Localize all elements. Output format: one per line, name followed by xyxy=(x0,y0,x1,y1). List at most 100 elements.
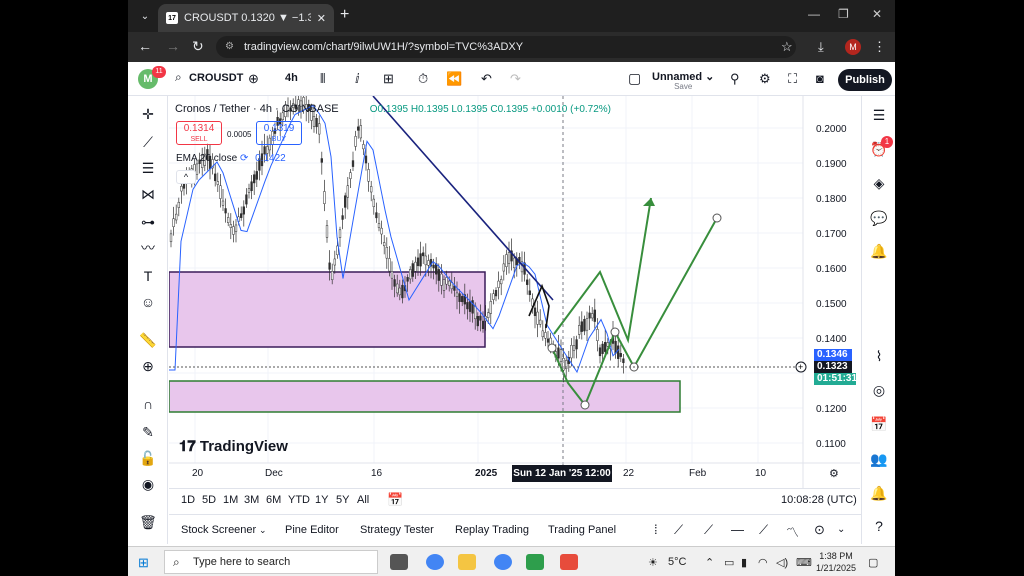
pattern-tool-icon[interactable]: ⋈ xyxy=(138,184,158,204)
signals-icon[interactable]: ◎ xyxy=(869,380,889,400)
tray-app-icon[interactable]: ▭ xyxy=(724,556,734,569)
profile-avatar[interactable]: M xyxy=(845,39,861,55)
taskbar-clock[interactable]: 1:38 PM 1/21/2025 xyxy=(816,550,856,574)
tab-strategy-tester[interactable]: Strategy Tester xyxy=(360,524,434,536)
restore-icon[interactable]: ❐ xyxy=(838,7,849,21)
site-info-icon[interactable]: ⚙ xyxy=(225,36,234,58)
reload-icon[interactable]: ↻ xyxy=(192,38,204,55)
task-view-icon[interactable] xyxy=(390,554,408,570)
horizontal-line-icon[interactable]: — xyxy=(731,522,744,537)
tab-replay-trading[interactable]: Replay Trading xyxy=(455,524,529,536)
zigzag-tool-icon[interactable]: 〽 xyxy=(786,522,799,541)
notification-center-icon[interactable]: ▢ xyxy=(868,556,878,569)
notifications-bell-icon[interactable]: 🔔 xyxy=(869,241,889,261)
pine-chart-icon[interactable]: ⌇ xyxy=(869,346,889,366)
browser-menu-icon[interactable]: ⋮ xyxy=(873,39,886,55)
magnet-icon[interactable]: ∩ xyxy=(138,394,158,414)
emoji-tool-icon[interactable]: ☺ xyxy=(138,292,158,312)
timeframe-button[interactable]: 5Y xyxy=(336,494,349,506)
utc-clock[interactable]: 10:08:28 (UTC) xyxy=(781,494,857,506)
layout-select-icon[interactable]: ▢ xyxy=(628,70,641,87)
timeframe-button[interactable]: 3M xyxy=(244,494,259,506)
eye-icon[interactable]: ◉ xyxy=(138,474,158,494)
windows-start-icon[interactable]: ⊞ xyxy=(138,555,149,571)
new-tab-icon[interactable]: + xyxy=(340,6,349,24)
buy-button[interactable]: 0.1319 BUY xyxy=(256,121,302,145)
chevron-down-icon[interactable]: ⌄ xyxy=(259,525,267,536)
close-tab-icon[interactable]: ✕ xyxy=(317,12,326,25)
back-icon[interactable]: ← xyxy=(138,38,152,54)
publish-button[interactable]: Publish xyxy=(838,69,892,91)
symbol-title[interactable]: Cronos / Tether · 4h · COINBASE xyxy=(175,103,339,115)
candles-style-icon[interactable]: ⫴ xyxy=(320,71,325,87)
forward-icon[interactable]: → xyxy=(166,38,180,54)
chrome-icon[interactable] xyxy=(426,554,444,570)
collapse-legend-button[interactable]: ^ xyxy=(176,170,196,184)
settings-gear-icon[interactable]: ⚙ xyxy=(759,71,771,87)
templates-icon[interactable]: ⊞ xyxy=(383,71,394,87)
fullscreen-icon[interactable]: ⛶ xyxy=(788,71,797,87)
layers-icon[interactable]: ◈ xyxy=(869,173,889,193)
window-close-icon[interactable]: ✕ xyxy=(872,7,882,21)
calendar-icon[interactable]: 📅 xyxy=(869,414,889,434)
red-app-icon[interactable] xyxy=(560,554,578,570)
timeframe-button[interactable]: 1M xyxy=(223,494,238,506)
lock-icon[interactable]: 🔓 xyxy=(138,448,158,468)
tab-search-menu-icon[interactable]: ⌄ xyxy=(136,7,154,25)
symbol-search-icon[interactable]: ⌕ xyxy=(175,70,182,85)
battery-icon[interactable]: ▮ xyxy=(741,556,747,569)
wifi-icon[interactable]: ◠ xyxy=(758,556,768,569)
lock-drawings-pencil-icon[interactable]: ✎ xyxy=(138,422,158,442)
watchlist-icon[interactable]: ☰ xyxy=(869,105,889,125)
undo-icon[interactable]: ↶ xyxy=(481,71,492,87)
timeframe-button[interactable]: 1D xyxy=(181,494,195,506)
community-people-icon[interactable]: 👥 xyxy=(869,449,889,469)
indicators-icon[interactable]: ⅈ xyxy=(355,71,360,87)
quick-search-icon[interactable]: ⚲ xyxy=(730,71,740,87)
interval-button[interactable]: 4h xyxy=(285,72,298,84)
download-icon[interactable]: ⤓ xyxy=(818,39,824,55)
timeframe-button[interactable]: 6M xyxy=(266,494,281,506)
zoom-in-icon[interactable]: ⊕ xyxy=(138,356,158,376)
fib-tool-icon[interactable]: ☰ xyxy=(138,158,158,178)
compare-add-icon[interactable]: ⊕ xyxy=(248,71,259,87)
bookmark-star-icon[interactable]: ☆ xyxy=(781,39,793,55)
trash-icon[interactable]: 🗑 xyxy=(138,512,158,532)
redo-icon[interactable]: ↷ xyxy=(510,71,521,87)
path-tool-icon[interactable]: ⟋ xyxy=(759,522,768,538)
layout-name-button[interactable]: Unnamed ⌄ Save xyxy=(652,70,714,91)
chat-icon[interactable]: 💬 xyxy=(869,208,889,228)
tray-chevron-icon[interactable]: ⌃ xyxy=(705,556,714,569)
green-app-icon[interactable] xyxy=(526,554,544,570)
ruler-tool-icon[interactable]: 📏 xyxy=(138,330,158,350)
alert-clock-icon[interactable]: ⏱ xyxy=(418,71,428,87)
chevron-down-icon[interactable]: ⌄ xyxy=(837,524,845,535)
help-icon[interactable]: ? xyxy=(869,516,889,536)
tab-pine-editor[interactable]: Pine Editor xyxy=(285,524,339,536)
ray-tool-icon[interactable]: ⟋ xyxy=(704,522,713,538)
chart-settings-gear-icon[interactable]: ⚙ xyxy=(829,467,839,480)
file-explorer-icon[interactable] xyxy=(458,554,476,570)
tab-trading-panel[interactable]: Trading Panel xyxy=(548,524,616,536)
tab-stock-screener[interactable]: Stock Screener xyxy=(181,524,256,536)
trendline-tool-icon[interactable]: ⟋ xyxy=(138,132,158,152)
browser-tab[interactable]: 17 CROUSDT 0.1320 ▼ −1.35% Un ✕ xyxy=(158,4,334,32)
snapshot-camera-icon[interactable]: ◙ xyxy=(816,71,824,86)
target-icon[interactable]: ⊙ xyxy=(814,522,825,538)
minimize-icon[interactable]: — xyxy=(808,7,820,21)
line-tool-icon[interactable]: ⟋ xyxy=(674,522,683,538)
taskbar-search-input[interactable]: ⌕ Type here to search xyxy=(164,550,378,574)
timeframe-button[interactable]: 1Y xyxy=(315,494,328,506)
brush-tool-icon[interactable]: 〰 xyxy=(138,238,158,258)
timeframe-button[interactable]: YTD xyxy=(288,494,310,506)
chrome-profile-icon[interactable] xyxy=(494,554,512,570)
language-icon[interactable]: ⌨ xyxy=(796,556,812,569)
volume-icon[interactable]: ◁) xyxy=(776,556,788,569)
sell-button[interactable]: 0.1314 SELL xyxy=(176,121,222,145)
timeframe-button[interactable]: All xyxy=(357,494,369,506)
weather-icon[interactable]: ☀ xyxy=(648,556,658,569)
url-field[interactable]: ⚙ tradingview.com/chart/9ilwUW1H/?symbol… xyxy=(216,36,796,58)
drag-handle-icon[interactable]: ⁞ xyxy=(654,522,658,537)
timeframe-button[interactable]: 5D xyxy=(202,494,216,506)
replay-icon[interactable]: ⏪ xyxy=(446,71,462,87)
